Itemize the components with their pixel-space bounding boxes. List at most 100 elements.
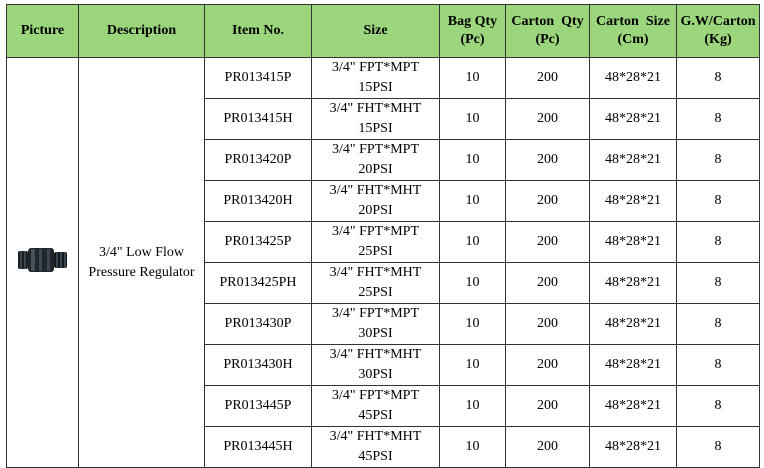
carton-size-cell: 48*28*21: [589, 221, 677, 263]
size-line1: 3/4" FPT*MPT: [331, 142, 419, 157]
size-line1: 3/4" FPT*MPT: [331, 224, 419, 239]
size-line1: 3/4" FPT*MPT: [331, 60, 419, 75]
size-cell: 3/4" FPT*MPT 25PSI: [311, 221, 440, 263]
item-no-cell: PR013430H: [204, 344, 312, 386]
size-line1: 3/4" FPT*MPT: [331, 306, 419, 321]
item-no-cell: PR013420H: [204, 180, 312, 222]
bag-qty-cell: 10: [439, 303, 506, 345]
picture-cell: [6, 57, 79, 468]
header-picture: Picture: [6, 4, 79, 58]
size-line2: 30PSI: [358, 326, 393, 341]
carton-qty-cell: 200: [505, 385, 590, 427]
fitting-icon: [17, 248, 67, 272]
header-item-no-label: Item No.: [231, 23, 285, 38]
carton-qty-cell: 200: [505, 344, 590, 386]
gw-cell: 8: [676, 344, 760, 386]
size-line1: 3/4" FHT*MHT: [329, 101, 422, 116]
gw-cell: 8: [676, 57, 760, 99]
description-line2: Pressure Regulator: [88, 264, 195, 280]
carton-size-cell: 48*28*21: [589, 139, 677, 181]
gw-cell: 8: [676, 221, 760, 263]
size-line1: 3/4" FPT*MPT: [331, 388, 419, 403]
header-carton-size-line1: Carton Size: [596, 14, 670, 29]
size-line2: 30PSI: [358, 367, 393, 382]
header-picture-label: Picture: [20, 23, 65, 38]
header-size-label: Size: [363, 23, 388, 38]
header-gw-line2: (Kg): [704, 32, 732, 47]
pressure-regulator-fitting-image: [17, 245, 69, 275]
header-description: Description: [78, 4, 205, 58]
item-no-cell: PR013425P: [204, 221, 312, 263]
item-no-cell: PR013415P: [204, 57, 312, 99]
item-no-cell: PR013430P: [204, 303, 312, 345]
header-gw-line1: G.W/Carton: [680, 14, 756, 29]
carton-size-cell: 48*28*21: [589, 385, 677, 427]
size-cell: 3/4" FHT*MHT 30PSI: [311, 344, 440, 386]
carton-size-cell: 48*28*21: [589, 98, 677, 140]
gw-cell: 8: [676, 426, 760, 468]
size-cell: 3/4" FPT*MPT 20PSI: [311, 139, 440, 181]
size-line2: 25PSI: [358, 244, 393, 259]
size-line1: 3/4" FHT*MHT: [329, 183, 422, 198]
size-cell: 3/4" FPT*MPT 45PSI: [311, 385, 440, 427]
size-cell: 3/4" FHT*MHT 20PSI: [311, 180, 440, 222]
header-gw-carton: G.W/Carton (Kg): [676, 4, 760, 58]
item-no-cell: PR013445P: [204, 385, 312, 427]
header-carton-qty: Carton Qty (Pc): [505, 4, 590, 58]
size-line2: 25PSI: [358, 285, 393, 300]
header-carton-size-line2: (Cm): [617, 32, 649, 47]
carton-size-cell: 48*28*21: [589, 262, 677, 304]
header-bag-qty-line2: (Pc): [460, 32, 485, 47]
item-no-cell: PR013445H: [204, 426, 312, 468]
size-line1: 3/4" FHT*MHT: [329, 347, 422, 362]
header-size: Size: [311, 4, 440, 58]
carton-qty-cell: 200: [505, 180, 590, 222]
carton-qty-cell: 200: [505, 98, 590, 140]
carton-size-cell: 48*28*21: [589, 180, 677, 222]
gw-cell: 8: [676, 262, 760, 304]
size-cell: 3/4" FHT*MHT 15PSI: [311, 98, 440, 140]
header-carton-size: Carton Size (Cm): [589, 4, 677, 58]
size-cell: 3/4" FPT*MPT 15PSI: [311, 57, 440, 99]
bag-qty-cell: 10: [439, 262, 506, 304]
table-row: 3/4" Low Flow Pressure Regulator PR01341…: [6, 57, 760, 468]
size-line1: 3/4" FHT*MHT: [329, 429, 422, 444]
description-line1: 3/4" Low Flow: [98, 244, 185, 260]
size-line2: 15PSI: [358, 121, 393, 136]
carton-size-cell: 48*28*21: [589, 303, 677, 345]
bag-qty-cell: 10: [439, 344, 506, 386]
header-bag-qty-line1: Bag Qty: [447, 14, 498, 29]
size-line2: 45PSI: [358, 449, 393, 464]
size-cell: 3/4" FHT*MHT 45PSI: [311, 426, 440, 468]
bag-qty-cell: 10: [439, 139, 506, 181]
product-spec-table: Picture Description Item No. Size Bag Qt…: [6, 4, 760, 468]
item-no-cell: PR013415H: [204, 98, 312, 140]
bag-qty-cell: 10: [439, 57, 506, 99]
header-carton-qty-line2: (Pc): [535, 32, 560, 47]
carton-qty-cell: 200: [505, 221, 590, 263]
carton-size-cell: 48*28*21: [589, 57, 677, 99]
gw-cell: 8: [676, 139, 760, 181]
carton-qty-cell: 200: [505, 139, 590, 181]
gw-cell: 8: [676, 98, 760, 140]
carton-qty-cell: 200: [505, 262, 590, 304]
size-line2: 20PSI: [358, 162, 393, 177]
size-cell: 3/4" FHT*MHT 25PSI: [311, 262, 440, 304]
gw-cell: 8: [676, 385, 760, 427]
bag-qty-cell: 10: [439, 426, 506, 468]
bag-qty-cell: 10: [439, 180, 506, 222]
item-no-cell: PR013425PH: [204, 262, 312, 304]
bag-qty-cell: 10: [439, 98, 506, 140]
item-no-cell: PR013420P: [204, 139, 312, 181]
size-line2: 15PSI: [358, 80, 393, 95]
carton-size-cell: 48*28*21: [589, 344, 677, 386]
size-cell: 3/4" FPT*MPT 30PSI: [311, 303, 440, 345]
gw-cell: 8: [676, 303, 760, 345]
carton-qty-cell: 200: [505, 426, 590, 468]
carton-size-cell: 48*28*21: [589, 426, 677, 468]
size-line2: 20PSI: [358, 203, 393, 218]
bag-qty-cell: 10: [439, 221, 506, 263]
header-item-no: Item No.: [204, 4, 312, 58]
carton-qty-cell: 200: [505, 303, 590, 345]
size-line2: 45PSI: [358, 408, 393, 423]
